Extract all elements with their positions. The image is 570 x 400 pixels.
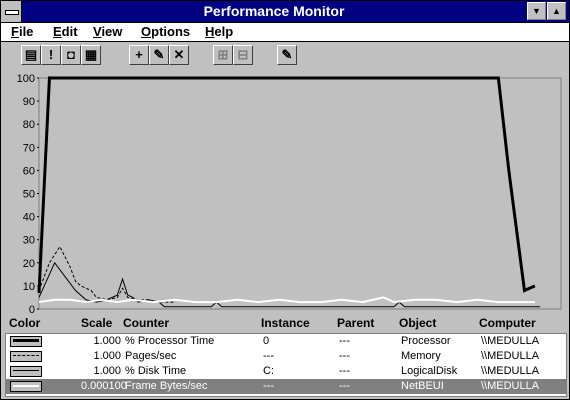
update-data-button[interactable]: ⊞	[213, 45, 233, 65]
legend-header-counter: Counter	[123, 316, 169, 330]
menu-options[interactable]: Options	[141, 24, 190, 39]
minimize-button[interactable]: ▼	[527, 2, 546, 20]
legend-cell-parent: ---	[339, 335, 350, 347]
legend-list: 1.000 % Processor Time 0 --- Processor \\MEDU…	[5, 333, 567, 397]
legend-cell-parent: ---	[339, 365, 350, 377]
legend-cell-scale: 1.000	[93, 365, 121, 377]
legend-header-scale: Scale	[81, 316, 113, 330]
legend-cell-object: LogicalDisk	[401, 365, 458, 377]
y-tick-label: 20	[23, 258, 35, 270]
legend-cell-instance: 0	[263, 335, 270, 347]
legend-panel: Color Scale Counter Instance Parent Obje…	[1, 314, 569, 399]
bookmark-icon: ⊟	[237, 47, 249, 62]
legend-cell-counter: % Processor Time	[125, 335, 215, 347]
maximize-icon: ▲	[552, 6, 561, 16]
performance-monitor-window: Performance Monitor ▼ ▲ File Edit View Opti…	[0, 0, 570, 400]
menu-file[interactable]: File	[11, 24, 33, 39]
add-counter-button[interactable]: +	[129, 45, 149, 65]
legend-header-parent: Parent	[337, 316, 375, 330]
legend-row[interactable]: 1.000 % Processor Time 0 --- Processor \\MEDU…	[6, 334, 566, 349]
maximize-button[interactable]: ▲	[547, 2, 566, 20]
y-tick-label: 50	[23, 189, 35, 201]
minimize-icon: ▼	[532, 6, 541, 16]
legend-header-instance: Instance	[261, 316, 310, 330]
legend-color-swatch	[10, 366, 42, 377]
chart-view-icon: ▤	[24, 47, 38, 62]
legend-cell-object: Memory	[401, 350, 441, 362]
toolbar: ▤! ◘ ▦ + ✎ ✕ ⊞ ⊟ ✎	[1, 42, 569, 68]
legend-cell-scale: 0.000100	[81, 380, 127, 392]
options-icon: ✎	[281, 47, 293, 62]
menu-view[interactable]: View	[93, 24, 122, 39]
bookmark-button[interactable]: ⊟	[233, 45, 253, 65]
y-tick-label: 80	[23, 119, 35, 131]
report-view-icon: ▦	[84, 47, 98, 62]
legend-cell-parent: ---	[339, 380, 350, 392]
system-menu-icon	[5, 10, 19, 15]
log-view-icon: ◘	[67, 47, 75, 62]
legend-cell-computer: \\MEDULLA	[481, 365, 540, 377]
y-tick-label: 30	[23, 235, 35, 247]
y-tick-label: 100	[17, 73, 35, 85]
legend-cell-instance: C:	[263, 365, 274, 377]
legend-cell-object: NetBEUI	[401, 380, 444, 392]
legend-cell-counter: Frame Bytes/sec	[125, 380, 208, 392]
legend-color-swatch	[10, 336, 42, 347]
update-data-icon: ⊞	[217, 47, 229, 62]
legend-swatch-line	[13, 339, 39, 342]
legend-cell-computer: \\MEDULLA	[481, 335, 540, 347]
legend-color-swatch	[10, 381, 42, 392]
y-tick-label: 70	[23, 142, 35, 154]
performance-chart: 1009080706050403020100	[17, 73, 562, 316]
edit-counter-button[interactable]: ✎	[149, 45, 169, 65]
y-tick-label: 10	[23, 281, 35, 293]
legend-swatch-line	[13, 370, 39, 371]
legend-row[interactable]: 0.000100 Frame Bytes/sec --- --- NetBEUI \\ME…	[6, 379, 566, 394]
legend-swatch-line	[13, 355, 39, 356]
y-tick-label: 90	[23, 96, 35, 108]
legend-header-object: Object	[399, 316, 437, 330]
legend-header-computer: Computer	[479, 316, 536, 330]
legend-cell-object: Processor	[401, 335, 451, 347]
alert-view-icon: !	[48, 47, 54, 62]
legend-cell-instance: ---	[263, 350, 274, 362]
legend-cell-instance: ---	[263, 380, 274, 392]
log-view-button[interactable]: ◘	[61, 45, 81, 65]
legend-swatch-line	[13, 385, 39, 387]
window-title: Performance Monitor	[203, 3, 345, 19]
y-tick-label: 0	[29, 304, 35, 313]
legend-row[interactable]: 1.000 Pages/sec --- --- Memory \\MEDULLA	[6, 349, 566, 364]
legend-cell-parent: ---	[339, 350, 350, 362]
legend-row[interactable]: 1.000 % Disk Time C: --- LogicalDisk \\MEDULL…	[6, 364, 566, 379]
system-menu-button[interactable]	[1, 1, 22, 22]
menu-help[interactable]: Help	[205, 24, 233, 39]
chart-view-button[interactable]: ▤	[21, 45, 41, 65]
delete-counter-icon: ✕	[173, 47, 185, 62]
menu-edit[interactable]: Edit	[53, 24, 78, 39]
legend-cell-computer: \\MEDULLA	[481, 380, 540, 392]
title-bar: Performance Monitor ▼ ▲	[1, 1, 569, 23]
chart-area: 100 90 80 70 60 50 40 30 20 10 0	[1, 69, 569, 316]
edit-counter-icon: ✎	[153, 47, 165, 62]
legend-cell-computer: \\MEDULLA	[481, 350, 540, 362]
legend-cell-scale: 1.000	[93, 335, 121, 347]
alert-view-button[interactable]: !	[41, 45, 61, 65]
legend-cell-scale: 1.000	[93, 350, 121, 362]
options-button[interactable]: ✎	[277, 45, 297, 65]
legend-color-swatch	[10, 351, 42, 362]
menu-bar: File Edit View Options Help	[1, 23, 569, 42]
delete-counter-button[interactable]: ✕	[169, 45, 189, 65]
plot-frame	[38, 77, 562, 310]
y-tick-label: 40	[23, 212, 35, 224]
y-tick-label: 60	[23, 165, 35, 177]
report-view-button[interactable]: ▦	[81, 45, 101, 65]
legend-cell-counter: % Disk Time	[125, 365, 187, 377]
add-counter-icon: +	[135, 47, 143, 62]
legend-header-color: Color	[9, 316, 41, 330]
legend-cell-counter: Pages/sec	[125, 350, 177, 362]
